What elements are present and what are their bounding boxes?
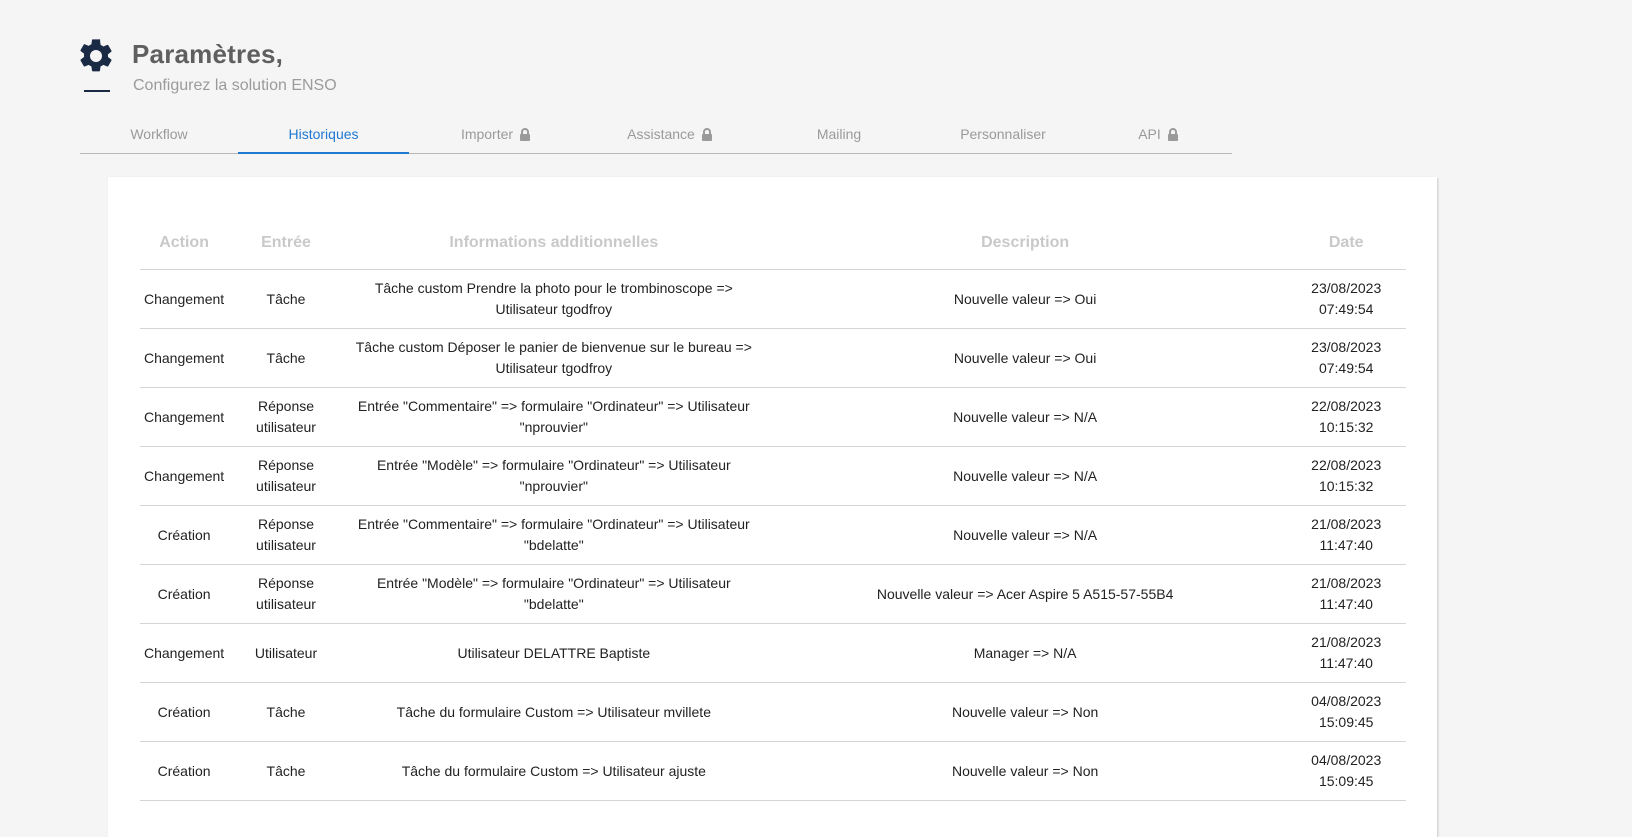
cell-info: Tâche custom Déposer le panier de bienve… [343,328,764,388]
cell-entry-text: Réponse utilisateur [256,398,316,435]
table-row: Création Réponse utilisateur Entrée "Com… [140,505,1406,565]
cell-action: Changement [140,328,229,388]
cell-action: Création [140,741,229,801]
cell-date: 22/08/2023 10:15:32 [1286,446,1406,506]
cell-date-text: 22/08/2023 10:15:32 [1311,457,1382,494]
cell-entry: Tâche [228,269,344,329]
table-row: Changement Utilisateur Utilisateur DELAT… [140,623,1406,683]
cell-description: Nouvelle valeur => N/A [763,446,1287,506]
gear-icon [80,39,112,72]
history-card: Action Entrée Informations additionnelle… [108,177,1437,837]
cell-date: 23/08/2023 07:49:54 [1286,328,1406,388]
cell-action: Changement [140,623,229,683]
tab-api[interactable]: API [1085,116,1232,153]
lock-icon [1167,128,1178,141]
cell-date-text: 21/08/2023 11:47:40 [1311,516,1382,553]
header-accent-line [84,90,110,92]
cell-info: Entrée "Commentaire" => formulaire "Ordi… [343,505,764,565]
table-row: Création Tâche Tâche du formulaire Custo… [140,682,1406,742]
cell-entry: Tâche [228,328,344,388]
cell-date-text: 23/08/2023 07:49:54 [1311,280,1382,317]
cell-info-text: Entrée "Commentaire" => formulaire "Ordi… [357,398,750,435]
cell-entry: Réponse utilisateur [228,446,344,506]
cell-info-text: Tâche custom Prendre la photo pour le tr… [374,280,733,317]
cell-info-text: Entrée "Commentaire" => formulaire "Ordi… [357,516,750,553]
cell-info-text: Entrée "Modèle" => formulaire "Ordinateu… [376,457,731,494]
cell-entry-text: Réponse utilisateur [256,457,316,494]
cell-info: Entrée "Commentaire" => formulaire "Ordi… [343,387,764,447]
cell-action: Changement [140,387,229,447]
tab-importer[interactable]: Importer [409,116,583,153]
cell-date: 04/08/2023 15:09:45 [1286,741,1406,801]
cell-description: Nouvelle valeur => Non [763,741,1287,801]
cell-description: Nouvelle valeur => N/A [763,505,1287,565]
cell-entry: Réponse utilisateur [228,505,344,565]
cell-action: Création [140,682,229,742]
lock-icon [701,128,712,141]
cell-entry: Utilisateur [228,623,344,683]
cell-info: Tâche du formulaire Custom => Utilisateu… [343,682,764,742]
tab-assistance[interactable]: Assistance [583,116,757,153]
tab-historiques[interactable]: Historiques [238,116,409,154]
cell-action: Création [140,564,229,624]
cell-date-text: 23/08/2023 07:49:54 [1311,339,1382,376]
cell-date: 21/08/2023 11:47:40 [1286,623,1406,683]
page-title: Paramètres, [132,39,284,69]
page-subtitle: Configurez la solution ENSO [133,77,337,94]
settings-tabs: Workflow Historiques Importer Assistance… [80,116,1232,154]
cell-entry-text: Réponse utilisateur [256,516,316,553]
table-row: Création Tâche Tâche du formulaire Custo… [140,741,1406,801]
cell-action: Création [140,505,229,565]
cell-entry-text: Réponse utilisateur [256,575,316,612]
cell-date-text: 21/08/2023 11:47:40 [1311,575,1382,612]
cell-date: 23/08/2023 07:49:54 [1286,269,1406,329]
table-row: Changement Réponse utilisateur Entrée "C… [140,387,1406,447]
cell-date: 21/08/2023 11:47:40 [1286,505,1406,565]
page-header: Paramètres, Configurez la solution ENSO [76,36,676,98]
cell-info-text: Entrée "Modèle" => formulaire "Ordinateu… [376,575,731,612]
column-header-date[interactable]: Date [1286,217,1406,270]
cell-description: Nouvelle valeur => Acer Aspire 5 A515-57… [763,564,1287,624]
cell-entry: Réponse utilisateur [228,564,344,624]
table-row: Changement Tâche Tâche custom Prendre la… [140,269,1406,329]
table-row: Changement Réponse utilisateur Entrée "M… [140,446,1406,506]
lock-icon [520,128,531,141]
table-row: Changement Tâche Tâche custom Déposer le… [140,328,1406,388]
tab-personnaliser[interactable]: Personnaliser [921,116,1085,153]
cell-info: Tâche custom Prendre la photo pour le tr… [343,269,764,329]
cell-info: Tâche du formulaire Custom => Utilisateu… [343,741,764,801]
cell-date-text: 04/08/2023 15:09:45 [1311,752,1382,789]
column-header-info[interactable]: Informations additionnelles [343,217,764,270]
tab-mailing[interactable]: Mailing [757,116,921,153]
cell-action: Changement [140,269,229,329]
cell-description: Nouvelle valeur => Oui [763,328,1287,388]
cell-action: Changement [140,446,229,506]
history-table: Action Entrée Informations additionnelle… [140,217,1406,801]
cell-entry: Tâche [228,682,344,742]
cell-entry: Réponse utilisateur [228,387,344,447]
cell-info: Entrée "Modèle" => formulaire "Ordinateu… [343,446,764,506]
cell-date: 22/08/2023 10:15:32 [1286,387,1406,447]
cell-info: Entrée "Modèle" => formulaire "Ordinateu… [343,564,764,624]
cell-description: Manager => N/A [763,623,1287,683]
table-row: Création Réponse utilisateur Entrée "Mod… [140,564,1406,624]
cell-info: Utilisateur DELATTRE Baptiste [343,623,764,683]
cell-description: Nouvelle valeur => Non [763,682,1287,742]
cell-date: 21/08/2023 11:47:40 [1286,564,1406,624]
table-header-row: Action Entrée Informations additionnelle… [140,217,1406,270]
cell-date-text: 04/08/2023 15:09:45 [1311,693,1382,730]
cell-date-text: 22/08/2023 10:15:32 [1311,398,1382,435]
cell-date-text: 21/08/2023 11:47:40 [1311,634,1382,671]
cell-description: Nouvelle valeur => Oui [763,269,1287,329]
cell-date: 04/08/2023 15:09:45 [1286,682,1406,742]
column-header-entry[interactable]: Entrée [228,217,344,270]
cell-entry: Tâche [228,741,344,801]
column-header-description[interactable]: Description [763,217,1287,270]
cell-info-text: Tâche custom Déposer le panier de bienve… [355,339,752,376]
cell-description: Nouvelle valeur => N/A [763,387,1287,447]
column-header-action[interactable]: Action [140,217,229,270]
tab-workflow[interactable]: Workflow [80,116,238,153]
